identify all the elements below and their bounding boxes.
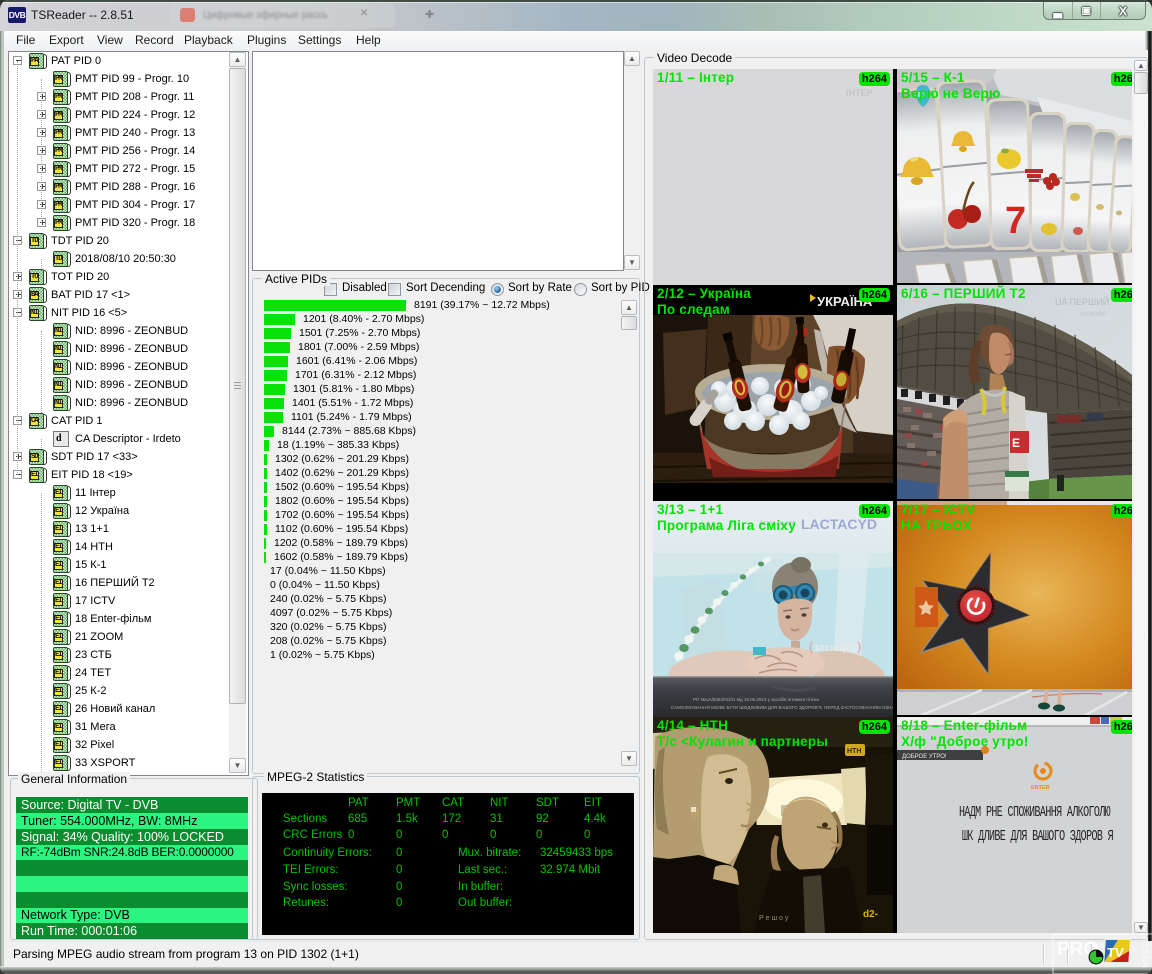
svg-text:TV: TV: [1106, 945, 1124, 960]
svg-text:IHTEP: IHTEP: [846, 88, 873, 98]
svg-text:LACTACYD: LACTACYD: [801, 516, 877, 532]
svg-text:ШК ДЛИВЕ ДЛЯ ВАШОГО ЗДОРОВ Я: ШК ДЛИВЕ ДЛЯ ВАШОГО ЗДОРОВ Я: [962, 827, 1113, 845]
svg-text:НАЖИВО: НАЖИВО: [1080, 312, 1107, 318]
svg-text:ДОБРОЕ УТРО!: ДОБРОЕ УТРО!: [902, 754, 947, 760]
svg-text:d2-: d2-: [863, 909, 878, 920]
svg-text:ENTER: ENTER: [1031, 785, 1050, 791]
svg-text:НТН: НТН: [847, 748, 861, 755]
svg-text:Р е ш о у: Р е ш о у: [759, 915, 789, 922]
svg-text:РП №UA/8353/01/01 від 19.06.20: РП №UA/8353/01/01 від 19.06.2013 у засоб…: [693, 697, 819, 702]
svg-text:UA ПЕРШИЙ: UA ПЕРШИЙ: [1055, 296, 1109, 307]
svg-text:НАДМ РНЕ СПОЖИВАННЯ АЛКОГОЛЮ: НАДМ РНЕ СПОЖИВАННЯ АЛКОГОЛЮ: [959, 803, 1111, 821]
svg-text:САМОЛІКУВАННЯ МОЖЕ БУТИ ШКІДЛИ: САМОЛІКУВАННЯ МОЖЕ БУТИ ШКІДЛИВИМ ДЛЯ ВА…: [671, 703, 893, 710]
svg-text:E: E: [1012, 436, 1020, 450]
svg-text:(захищає): (захищає): [809, 639, 861, 654]
svg-text:7: 7: [1005, 200, 1026, 242]
